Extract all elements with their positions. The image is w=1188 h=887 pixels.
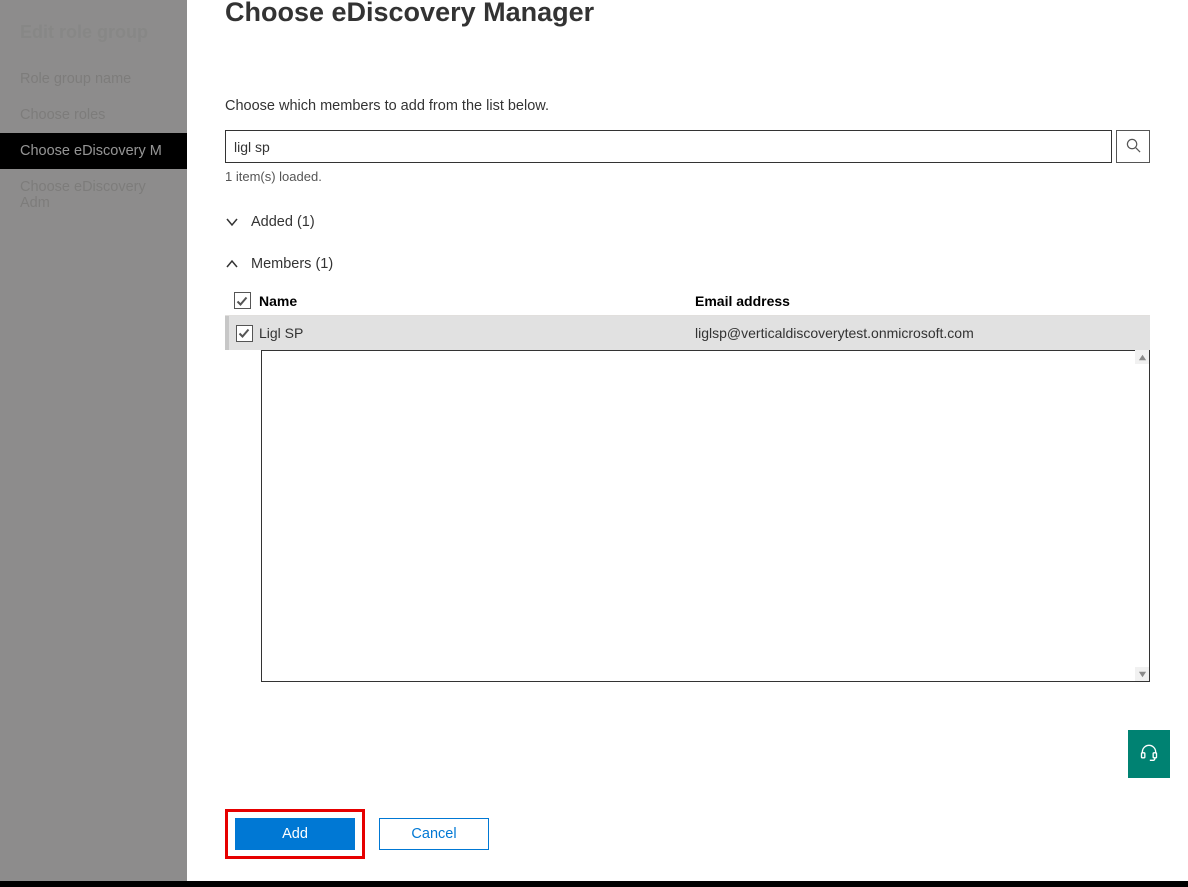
members-section-toggle[interactable]: Members (1): [225, 256, 1150, 272]
added-section-toggle[interactable]: Added (1): [225, 214, 1150, 230]
column-header-name[interactable]: Name: [259, 293, 695, 309]
panel-subtitle: Choose which members to add from the lis…: [187, 98, 1188, 114]
add-button-highlight: Add: [225, 809, 365, 859]
os-taskbar: [0, 881, 1188, 887]
added-section-label: Added (1): [251, 214, 315, 230]
chevron-down-icon: [225, 215, 239, 229]
panel-title: Choose eDiscovery Manager: [187, 0, 1188, 28]
chevron-up-icon: [225, 257, 239, 271]
table-header: Name Email address: [225, 286, 1150, 316]
search-button[interactable]: [1116, 130, 1150, 163]
items-loaded-text: 1 item(s) loaded.: [225, 169, 1150, 184]
search-icon: [1126, 138, 1141, 156]
members-section-label: Members (1): [251, 256, 333, 272]
scroll-up-button[interactable]: [1135, 350, 1149, 364]
panel-footer: Add Cancel: [225, 809, 489, 859]
search-input[interactable]: [225, 130, 1112, 163]
choose-manager-panel: Choose eDiscovery Manager Choose which m…: [187, 0, 1188, 881]
cancel-button[interactable]: Cancel: [379, 818, 489, 850]
row-checkbox[interactable]: [236, 325, 253, 342]
members-list-viewport[interactable]: [261, 350, 1150, 682]
modal-dim-overlay: [0, 0, 187, 881]
select-all-checkbox[interactable]: [234, 292, 251, 309]
headset-icon: [1139, 742, 1159, 767]
row-email: liglsp@verticaldiscoverytest.onmicrosoft…: [695, 325, 1150, 341]
row-name: Ligl SP: [259, 325, 695, 341]
add-button[interactable]: Add: [235, 818, 355, 850]
help-button[interactable]: [1128, 730, 1170, 778]
table-row[interactable]: Ligl SP liglsp@verticaldiscoverytest.onm…: [225, 316, 1150, 350]
members-table: Name Email address Ligl SP liglsp@vertic…: [225, 286, 1150, 350]
column-header-email[interactable]: Email address: [695, 293, 1150, 309]
scroll-down-button[interactable]: [1135, 667, 1149, 681]
